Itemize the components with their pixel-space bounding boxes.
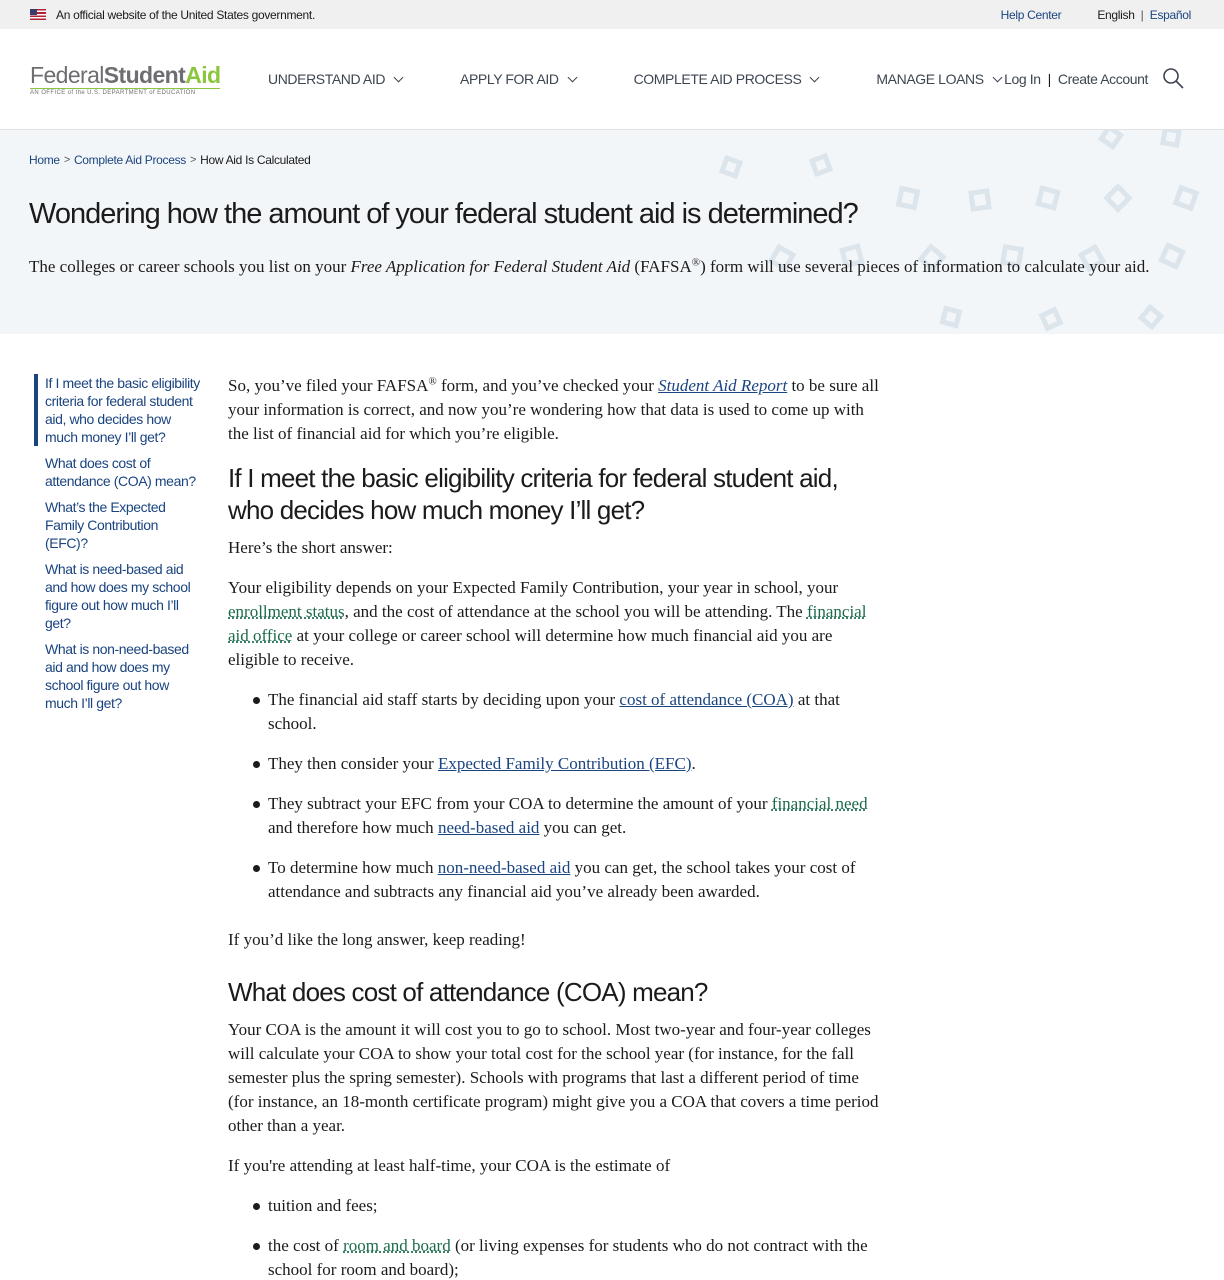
- nav-understand-aid[interactable]: UNDERSTAND AID: [268, 71, 404, 87]
- list-item: The financial aid staff starts by decidi…: [253, 688, 884, 736]
- search-icon[interactable]: [1162, 67, 1184, 89]
- text: The financial aid staff starts by decidi…: [268, 690, 620, 709]
- logo-rule: [30, 87, 220, 89]
- nav-label: APPLY FOR AID: [460, 71, 559, 87]
- section-heading-who-decides: If I meet the basic eligibility criteria…: [228, 463, 839, 525]
- hero-intro-fafsa-name: Free Application for Federal Student Aid: [350, 257, 631, 276]
- breadcrumb-current: How Aid Is Calculated: [200, 153, 311, 167]
- nav-complete-aid-process[interactable]: COMPLETE AID PROCESS: [633, 71, 820, 87]
- coa-link[interactable]: cost of attendance (COA): [619, 690, 793, 709]
- financial-need-link[interactable]: financial need: [772, 794, 868, 813]
- nav-manage-loans[interactable]: MANAGE LOANS: [876, 71, 1003, 87]
- help-center-link[interactable]: Help Center: [1001, 8, 1062, 22]
- language-espanol-link[interactable]: Español: [1150, 8, 1192, 22]
- article-body: So, you’ve filed your FAFSA® form, and y…: [228, 374, 884, 1280]
- logo-federal-text: Federal: [30, 61, 104, 88]
- breadcrumb: Home > Complete Aid Process > How Aid Is…: [29, 153, 1194, 167]
- login-link[interactable]: Log In: [1004, 71, 1041, 87]
- logo-student-text: Student: [103, 61, 186, 88]
- text: at your college or career school will de…: [228, 626, 833, 669]
- chevron-down-icon: [992, 72, 1003, 82]
- side-nav-item-efc[interactable]: What’s the Expected Family Contribution …: [34, 498, 204, 552]
- logo-wordmark: FederalStudentAid: [30, 63, 230, 87]
- list-item: tuition and fees;: [253, 1194, 884, 1218]
- hero-intro: The colleges or career schools you list …: [29, 255, 1194, 279]
- text: the cost of: [268, 1236, 344, 1255]
- main-nav: UNDERSTAND AID APPLY FOR AID COMPLETE AI…: [268, 71, 1003, 87]
- logo-aid-text: Aid: [185, 61, 221, 88]
- account-separator: |: [1047, 71, 1052, 87]
- list-item: They subtract your EFC from your COA to …: [253, 792, 884, 840]
- hero-intro-text: ) form will use several pieces of inform…: [700, 257, 1150, 276]
- logo-subtitle: AN OFFICE of the U.S. DEPARTMENT of EDUC…: [30, 89, 196, 96]
- side-nav: If I meet the basic eligibility criteria…: [34, 374, 204, 1280]
- non-need-based-aid-link[interactable]: non-need-based aid: [438, 858, 571, 877]
- nav-label: COMPLETE AID PROCESS: [633, 71, 802, 87]
- steps-list: The financial aid staff starts by decidi…: [228, 688, 884, 904]
- text: form, and you’ve checked your: [436, 376, 659, 395]
- chevron-down-icon: [567, 72, 578, 82]
- account-links: Log In | Create Account: [1004, 71, 1148, 87]
- language-separator: |: [1140, 7, 1144, 22]
- registered-mark: ®: [691, 256, 701, 269]
- coa-paragraph: Your COA is the amount it will cost you …: [228, 1020, 879, 1135]
- article-intro-paragraph: So, you’ve filed your FAFSA® form, and y…: [228, 374, 884, 446]
- hero-intro-text: The colleges or career schools you list …: [29, 257, 351, 276]
- nav-apply-for-aid[interactable]: APPLY FOR AID: [460, 71, 578, 87]
- content-area: If I meet the basic eligibility criteria…: [0, 334, 1224, 1280]
- list-item: To determine how much non-need-based aid…: [253, 856, 884, 904]
- nav-label: MANAGE LOANS: [876, 71, 984, 87]
- efc-link[interactable]: Expected Family Contribution (EFC): [438, 754, 692, 773]
- hero-section: Home > Complete Aid Process > How Aid Is…: [0, 130, 1224, 334]
- registered-mark: ®: [428, 375, 437, 388]
- eligibility-paragraph: Your eligibility depends on your Expecte…: [228, 576, 884, 672]
- gov-banner: An official website of the United States…: [0, 0, 1224, 29]
- text: you can get.: [539, 818, 627, 837]
- text: .: [691, 754, 696, 773]
- chevron-down-icon: [393, 72, 404, 82]
- room-and-board-link[interactable]: room and board: [343, 1236, 451, 1255]
- breadcrumb-complete-aid-process[interactable]: Complete Aid Process: [74, 153, 186, 167]
- text: They subtract your EFC from your COA to …: [268, 794, 772, 813]
- chevron-down-icon: [809, 72, 820, 82]
- hero-intro-text: (FAFSA: [630, 257, 692, 276]
- gov-banner-right: Help Center English | Español: [1001, 7, 1192, 22]
- long-answer-paragraph: If you’d like the long answer, keep read…: [228, 930, 526, 949]
- side-nav-item-coa[interactable]: What does cost of attendance (COA) mean?: [34, 454, 204, 490]
- coa-list: tuition and fees; the cost of room and b…: [228, 1194, 884, 1280]
- side-nav-item-who-decides[interactable]: If I meet the basic eligibility criteria…: [34, 374, 204, 446]
- federal-student-aid-logo[interactable]: FederalStudentAid AN OFFICE of the U.S. …: [30, 63, 230, 96]
- us-flag-icon: [30, 9, 46, 20]
- breadcrumb-home[interactable]: Home: [29, 153, 60, 167]
- text: To determine how much: [268, 858, 438, 877]
- gov-banner-text: An official website of the United States…: [56, 7, 316, 22]
- nav-label: UNDERSTAND AID: [268, 71, 386, 87]
- list-item: They then consider your Expected Family …: [253, 752, 884, 776]
- text: So, you’ve filed your FAFSA: [228, 376, 429, 395]
- student-aid-report-link[interactable]: Student Aid Report: [658, 376, 787, 395]
- create-account-link[interactable]: Create Account: [1058, 71, 1149, 87]
- gov-banner-left: An official website of the United States…: [30, 8, 315, 22]
- side-nav-item-non-need-based[interactable]: What is non-need-based aid and how does …: [34, 640, 204, 712]
- enrollment-status-link[interactable]: enrollment status: [228, 602, 345, 621]
- site-header: FederalStudentAid AN OFFICE of the U.S. …: [0, 29, 1224, 130]
- coa-estimate-paragraph: If you're attending at least half-time, …: [228, 1156, 671, 1175]
- section-heading-coa: What does cost of attendance (COA) mean?: [228, 977, 708, 1007]
- need-based-aid-link[interactable]: need-based aid: [438, 818, 539, 837]
- language-english[interactable]: English: [1097, 8, 1135, 22]
- text: , and the cost of attendance at the scho…: [344, 602, 807, 621]
- chevron-right-icon: >: [63, 154, 70, 166]
- side-nav-item-need-based[interactable]: What is need-based aid and how does my s…: [34, 560, 204, 632]
- text: Your eligibility depends on your Expecte…: [228, 578, 839, 597]
- text: and therefore how much: [268, 818, 438, 837]
- page-title: Wondering how the amount of your federal…: [29, 198, 859, 230]
- text: They then consider your: [268, 754, 438, 773]
- chevron-right-icon: >: [190, 154, 197, 166]
- short-answer-label: Here’s the short answer:: [228, 538, 393, 557]
- list-item: the cost of room and board (or living ex…: [253, 1234, 884, 1280]
